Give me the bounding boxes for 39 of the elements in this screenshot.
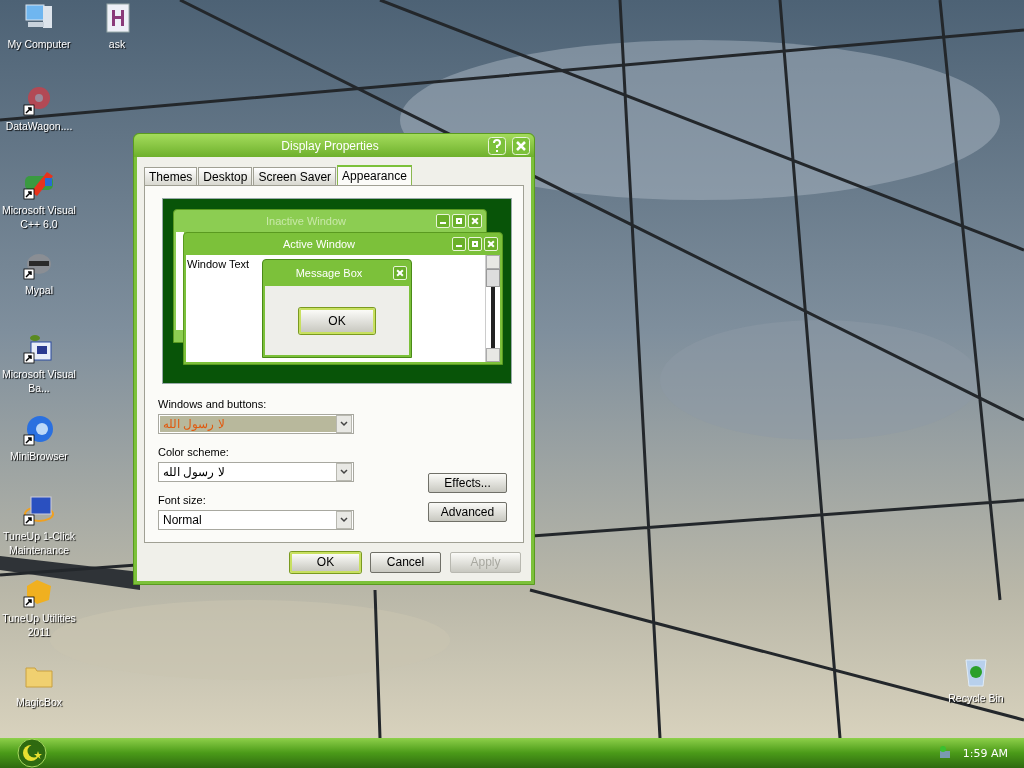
tab[interactable]: Screen Saver: [253, 167, 337, 185]
calendar-icon[interactable]: [23, 332, 55, 364]
icon-label: TuneUp Utilities 2011: [2, 611, 76, 639]
icon-label: MagicBox: [15, 695, 63, 709]
action-button[interactable]: Advanced: [428, 502, 507, 522]
maximize-icon: [452, 214, 466, 228]
close-icon: [484, 237, 498, 251]
dialog-button[interactable]: Cancel: [370, 551, 441, 573]
field-label: Windows and buttons:: [158, 398, 268, 412]
minimize-icon: [436, 214, 450, 228]
minimize-icon: [452, 237, 466, 251]
icon-label: My Computer: [7, 37, 71, 51]
window-title: Active Window: [281, 238, 357, 250]
window-title: Display Properties: [280, 138, 380, 153]
dropdown[interactable]: Normal: [158, 510, 354, 530]
icon-label: ask: [108, 37, 126, 51]
tab[interactable]: Appearance: [337, 165, 412, 185]
icon-label: Mypal: [25, 283, 53, 297]
dropdown[interactable]: لا رسول الله: [158, 462, 354, 482]
monitor-icon[interactable]: [23, 494, 55, 526]
window-title: Message Box: [294, 267, 364, 279]
field-label: Color scheme:: [158, 446, 230, 460]
icon-label: Microsoft Visual Ba...: [2, 367, 76, 395]
tab[interactable]: Themes: [144, 167, 198, 185]
field-label: Font size:: [158, 494, 207, 508]
icon-label: Recycle Bin: [948, 691, 1004, 705]
maximize-icon: [468, 237, 482, 251]
icon-label: Microsoft Visual C++ 6.0: [2, 203, 76, 231]
dialog-button[interactable]: OK: [290, 551, 361, 573]
action-button[interactable]: Effects...: [428, 473, 507, 493]
icon-label: TuneUp 1-Click Maintenance: [2, 529, 76, 557]
window-title: Inactive Window: [264, 215, 348, 227]
clock: 1:59 AM: [962, 746, 1008, 760]
icon-label: MiniBrowser: [10, 449, 68, 463]
icon-label: DataWagon....: [5, 119, 73, 133]
close-icon: [393, 266, 407, 280]
tab[interactable]: Desktop: [198, 167, 253, 185]
window-text: Window Text: [186, 257, 250, 270]
close-icon: [468, 214, 482, 228]
